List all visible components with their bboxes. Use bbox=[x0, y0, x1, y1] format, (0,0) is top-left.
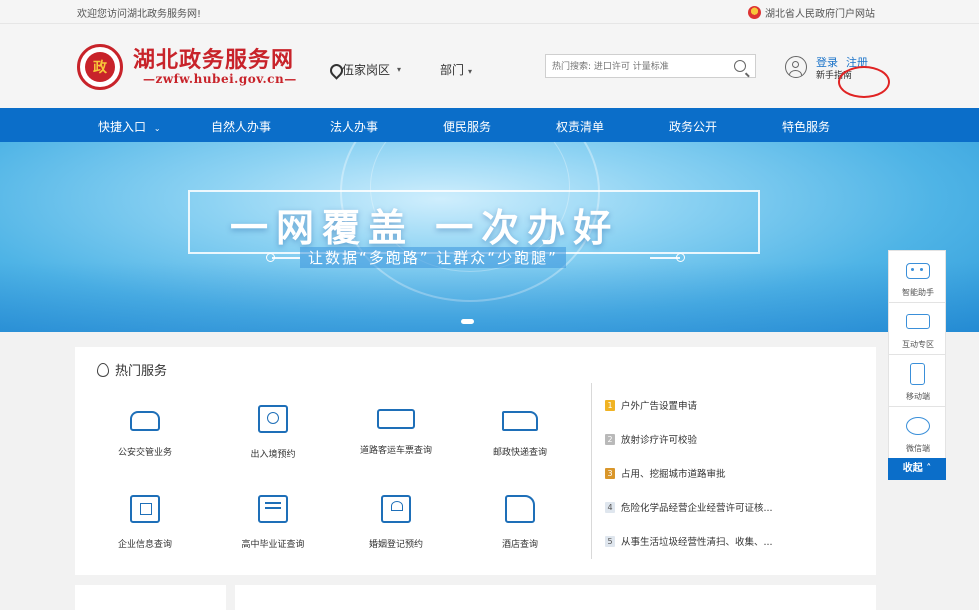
hotel-icon bbox=[505, 495, 535, 523]
ranking-item[interactable]: 1 户外广告设置申请 bbox=[605, 398, 697, 412]
chat-bubble-icon bbox=[906, 314, 930, 329]
hot-services-panel: 热门服务 公安交管业务 出入境预约 道路客运车票查询 邮政快递查询 企业信息查询… bbox=[75, 347, 876, 575]
wechat-button[interactable]: 微信端 bbox=[888, 406, 946, 458]
rank-badge: 4 bbox=[605, 501, 615, 513]
portal-link-label[interactable]: 湖北省人民政府门户网站 bbox=[765, 5, 875, 20]
department-selector[interactable]: 部门 ▾ bbox=[440, 61, 472, 78]
location-pin-icon bbox=[330, 64, 339, 75]
nav-item-responsibility-list[interactable]: 权责清单 bbox=[556, 118, 604, 135]
rank-badge: 2 bbox=[605, 433, 615, 445]
nav-item-quick-entry[interactable]: 快捷入口 ⌄ bbox=[98, 118, 161, 135]
user-icon[interactable] bbox=[785, 56, 807, 78]
logo-subtitle: —zwfw.hubei.gov.cn— bbox=[143, 72, 297, 86]
banner-title: 一网覆盖 一次办好 bbox=[230, 206, 620, 250]
banner-subtitle: 让数据“多跑路” 让群众“少跑腿” bbox=[300, 247, 566, 268]
robot-icon bbox=[906, 263, 930, 279]
interaction-zone-button[interactable]: 互动专区 bbox=[888, 302, 946, 354]
side-toolbar: 智能助手 互动专区 移动端 微信端 收起 ˄ bbox=[888, 250, 946, 480]
rank-badge: 5 bbox=[605, 535, 615, 547]
nav-item-gov-affairs[interactable]: 政务公开 bbox=[669, 118, 717, 135]
location-label[interactable]: 伍家岗区 bbox=[342, 61, 390, 78]
service-marriage[interactable]: 婚姻登记预约 bbox=[346, 495, 446, 550]
smart-assistant-button[interactable]: 智能助手 bbox=[888, 250, 946, 302]
service-traffic-police[interactable]: 公安交管业务 bbox=[95, 405, 195, 458]
rank-badge: 1 bbox=[605, 399, 615, 411]
logo-emblem-icon[interactable]: 政 bbox=[77, 44, 123, 90]
portal-link[interactable]: 湖北省人民政府门户网站 bbox=[748, 5, 875, 20]
hot-services-header: 热门服务 bbox=[97, 360, 167, 379]
ranking-item[interactable]: 4 危险化学品经营企业经营许可证核... bbox=[605, 500, 773, 514]
wechat-icon bbox=[906, 417, 930, 435]
logo-title[interactable]: 湖北政务服务网 bbox=[133, 42, 294, 74]
nav-item-convenience[interactable]: 便民服务 bbox=[443, 118, 491, 135]
nav-item-featured[interactable]: 特色服务 bbox=[782, 118, 830, 135]
enterprise-chart-icon bbox=[130, 495, 160, 523]
service-enterprise-info[interactable]: 企业信息查询 bbox=[95, 495, 195, 550]
department-label[interactable]: 部门 bbox=[440, 63, 464, 77]
welcome-text: 欢迎您访问湖北政务服务网! bbox=[77, 9, 202, 20]
ranking-item[interactable]: 2 放射诊疗许可校验 bbox=[605, 432, 697, 446]
collapse-button[interactable]: 收起 ˄ bbox=[888, 458, 946, 480]
emblem-icon bbox=[748, 6, 761, 19]
search-icon[interactable] bbox=[734, 60, 746, 72]
truck-icon bbox=[502, 411, 538, 431]
service-diploma[interactable]: 高中毕业证查询 bbox=[223, 495, 323, 550]
hot-services-title: 热门服务 bbox=[115, 364, 168, 379]
certificate-icon bbox=[258, 495, 288, 523]
location-selector[interactable]: 伍家岗区 ▾ bbox=[330, 61, 401, 78]
search-box[interactable] bbox=[545, 54, 756, 78]
nav-item-personal[interactable]: 自然人办事 bbox=[211, 118, 271, 135]
site-header: 政 湖北政务服务网 —zwfw.hubei.gov.cn— 伍家岗区 ▾ 部门 ▾… bbox=[0, 24, 979, 108]
chevron-down-icon: ⌄ bbox=[153, 124, 161, 133]
top-bar: 欢迎您访问湖北政务服务网! 湖北省人民政府门户网站 bbox=[0, 0, 979, 24]
chevron-down-icon: ▾ bbox=[468, 67, 473, 76]
divider bbox=[591, 383, 592, 559]
marriage-icon bbox=[381, 495, 411, 523]
service-bus-ticket[interactable]: 道路客运车票查询 bbox=[346, 405, 446, 456]
fire-icon bbox=[97, 362, 109, 377]
nav-item-corporate[interactable]: 法人办事 bbox=[330, 118, 378, 135]
ranking-item[interactable]: 3 占用、挖掘城市道路审批 bbox=[605, 466, 726, 480]
service-exit-entry[interactable]: 出入境预约 bbox=[223, 405, 323, 460]
service-postal[interactable]: 邮政快递查询 bbox=[470, 405, 570, 458]
carousel-indicator[interactable] bbox=[461, 319, 474, 324]
bottom-panel-left bbox=[75, 585, 226, 610]
rank-badge: 3 bbox=[605, 467, 615, 479]
mobile-phone-icon bbox=[910, 363, 925, 385]
bottom-panel-right bbox=[235, 585, 876, 610]
ticket-icon bbox=[377, 409, 415, 429]
chevron-down-icon: ▾ bbox=[397, 65, 402, 74]
car-icon bbox=[130, 411, 160, 431]
service-hotel[interactable]: 酒店查询 bbox=[470, 495, 570, 550]
hero-banner[interactable]: 一网覆盖 一次办好 让数据“多跑路” 让群众“少跑腿” bbox=[0, 142, 979, 332]
chevron-up-icon: ˄ bbox=[926, 463, 932, 474]
ranking-item[interactable]: 5 从事生活垃圾经营性清扫、收集、... bbox=[605, 534, 773, 548]
main-nav: 快捷入口 ⌄ 自然人办事 法人办事 便民服务 权责清单 政务公开 特色服务 bbox=[0, 108, 979, 142]
passport-icon bbox=[258, 405, 288, 433]
register-highlight-annotation bbox=[838, 66, 890, 98]
mobile-button[interactable]: 移动端 bbox=[888, 354, 946, 406]
search-input[interactable] bbox=[552, 59, 722, 74]
